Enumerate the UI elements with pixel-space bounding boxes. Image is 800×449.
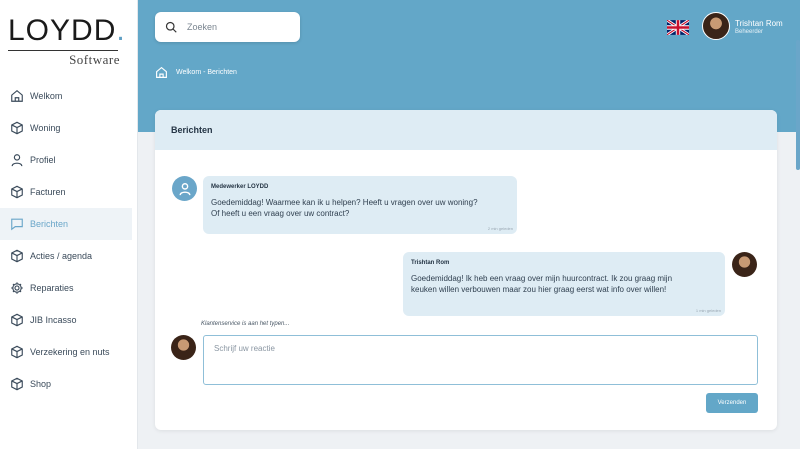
- sidebar-item-jib-incasso[interactable]: JIB Incasso: [0, 304, 138, 336]
- home-icon: [11, 90, 23, 102]
- home-icon[interactable]: [155, 66, 168, 79]
- sidebar-item-label: Woning: [30, 123, 61, 133]
- sidebar: LOYDD. Software Welkom Woning Profiel Fa…: [0, 0, 138, 449]
- message-sender: Trishtan Rom: [411, 260, 450, 266]
- breadcrumb-text[interactable]: Welkom - Berichten: [176, 69, 237, 76]
- scrollbar[interactable]: [796, 40, 800, 170]
- sidebar-item-reparaties[interactable]: Reparaties: [0, 272, 138, 304]
- sidebar-item-label: Profiel: [30, 155, 56, 165]
- sidebar-item-berichten[interactable]: Berichten: [0, 208, 132, 240]
- sidebar-nav: Welkom Woning Profiel Facturen Berichten…: [0, 80, 138, 400]
- sidebar-item-welkom[interactable]: Welkom: [0, 80, 138, 112]
- breadcrumb: Welkom - Berichten: [155, 66, 237, 79]
- sidebar-item-label: Welkom: [30, 91, 63, 101]
- page-title: Berichten: [155, 110, 777, 150]
- user-name[interactable]: Trishtan Rom: [735, 19, 783, 28]
- message-time: 1 min geleden: [695, 308, 721, 313]
- message-text: Goedemiddag! Ik heb een vraag over mijn …: [411, 273, 717, 295]
- message-time: 2 min geleden: [487, 226, 513, 231]
- box-icon: [11, 185, 23, 199]
- sidebar-item-woning[interactable]: Woning: [0, 112, 138, 144]
- message-line: Goedemiddag! Ik heb een vraag over mijn …: [411, 274, 673, 283]
- avatar[interactable]: [702, 12, 730, 40]
- typing-indicator: Klantenservice is aan het typen...: [201, 321, 290, 327]
- sidebar-item-shop[interactable]: Shop: [0, 368, 138, 400]
- user-role: Beheerder: [735, 29, 764, 35]
- logo-subtitle: Software: [69, 52, 120, 67]
- user-icon: [11, 154, 23, 167]
- box-icon: [11, 249, 23, 263]
- staff-avatar: [172, 176, 197, 201]
- messages-card: Berichten Medewerker LOYDD Goedemiddag! …: [155, 110, 777, 430]
- logo[interactable]: LOYDD. Software: [8, 14, 126, 68]
- box-icon: [11, 121, 23, 135]
- sidebar-item-label: Verzekering en nuts: [30, 347, 110, 357]
- sidebar-item-facturen[interactable]: Facturen: [0, 176, 138, 208]
- box-icon: [11, 345, 23, 359]
- box-icon: [11, 313, 23, 327]
- message-line: keuken willen verbouwen maar zou hier gr…: [411, 285, 667, 294]
- user-icon: [178, 182, 191, 195]
- sidebar-item-label: Acties / agenda: [30, 251, 93, 261]
- reply-input[interactable]: [203, 335, 758, 385]
- message-icon: [11, 218, 23, 231]
- search-input[interactable]: [187, 22, 287, 32]
- message-bubble: Medewerker LOYDD Goedemiddag! Waarmee ka…: [203, 176, 517, 234]
- message-line: Of heeft u een vraag over uw contract?: [211, 209, 350, 218]
- search-icon: [165, 21, 177, 33]
- sidebar-item-profiel[interactable]: Profiel: [0, 144, 138, 176]
- gear-icon: [11, 282, 23, 294]
- sidebar-item-label: Shop: [30, 379, 52, 389]
- sidebar-item-label: Reparaties: [30, 283, 74, 293]
- message-bubble: Trishtan Rom Goedemiddag! Ik heb een vra…: [403, 252, 725, 316]
- sidebar-item-verzekering-en-nuts[interactable]: Verzekering en nuts: [0, 336, 138, 368]
- search-box[interactable]: [155, 12, 300, 42]
- avatar: [171, 335, 196, 360]
- sidebar-item-label: Facturen: [30, 187, 66, 197]
- box-icon: [11, 377, 23, 391]
- message-line: Goedemiddag! Waarmee kan ik u helpen? He…: [211, 198, 478, 207]
- send-button[interactable]: Verzenden: [706, 393, 758, 413]
- logo-divider: [8, 50, 118, 51]
- avatar: [732, 252, 757, 277]
- message-text: Goedemiddag! Waarmee kan ik u helpen? He…: [211, 197, 509, 219]
- sidebar-item-label: JIB Incasso: [30, 315, 77, 325]
- sidebar-item-acties-agenda[interactable]: Acties / agenda: [0, 240, 138, 272]
- message-sender: Medewerker LOYDD: [211, 184, 269, 190]
- uk-flag-icon[interactable]: [667, 20, 689, 35]
- sidebar-item-label: Berichten: [30, 219, 69, 229]
- logo-wordmark: LOYDD.: [8, 14, 126, 47]
